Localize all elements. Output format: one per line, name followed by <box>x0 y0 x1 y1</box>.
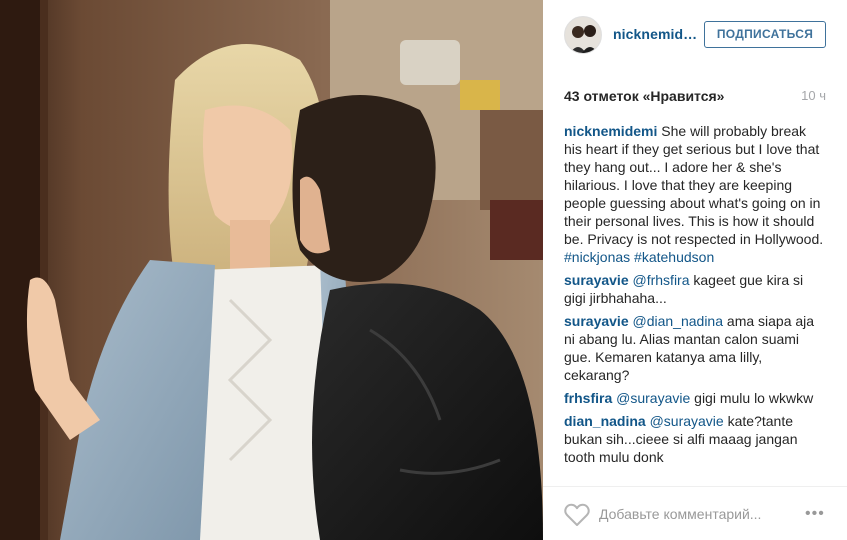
follow-button[interactable]: ПОДПИСАТЬСЯ <box>704 21 826 48</box>
caption-username[interactable]: nicknemidemi <box>564 123 657 139</box>
likes-row: 43 отметок «Нравится» 10 ч <box>564 88 826 106</box>
caption-text: She will probably break his heart if the… <box>564 123 824 247</box>
avatar[interactable] <box>564 16 602 54</box>
comment-mention[interactable]: @surayavie <box>650 413 724 429</box>
avatar-image <box>565 17 601 53</box>
comment-mention[interactable]: @surayavie <box>616 390 690 406</box>
comment-item: dian_nadina @surayavie kate?tante bukan … <box>564 412 826 466</box>
post-sidebar: nicknemid… ПОДПИСАТЬСЯ 43 отметок «Нрави… <box>543 0 847 540</box>
comment-mention[interactable]: @frhsfira <box>633 272 690 288</box>
comment-username[interactable]: frhsfira <box>564 390 612 406</box>
comment-username[interactable]: surayavie <box>564 272 629 288</box>
comment-username[interactable]: dian_nadina <box>564 413 646 429</box>
comment-text: gigi mulu lo wkwkw <box>694 390 814 406</box>
post-photo[interactable] <box>0 0 543 540</box>
comment-mention[interactable]: @dian_nadina <box>633 313 724 329</box>
comment-item: surayavie @dian_nadina ama siapa aja ni … <box>564 312 826 384</box>
post-actions: ••• <box>543 486 847 540</box>
comments-list: nicknemidemi She will probably break his… <box>564 122 826 471</box>
post-image <box>0 0 543 540</box>
post-timestamp[interactable]: 10 ч <box>801 88 826 103</box>
comment-input[interactable] <box>599 504 799 524</box>
username-link[interactable]: nicknemid… <box>613 26 697 42</box>
ellipsis-icon[interactable]: ••• <box>805 505 825 523</box>
comment-item: surayavie @frhsfira kageet gue kira si g… <box>564 271 826 307</box>
comment-username[interactable]: surayavie <box>564 313 629 329</box>
heart-outline-icon[interactable] <box>564 503 590 527</box>
caption: nicknemidemi She will probably break his… <box>564 122 826 266</box>
hashtag-link[interactable]: #nickjonas <box>564 249 630 265</box>
likes-count[interactable]: 43 отметок «Нравится» <box>564 88 724 104</box>
hashtag-link[interactable]: #katehudson <box>634 249 714 265</box>
comment-item: frhsfira @surayavie gigi mulu lo wkwkw <box>564 389 826 407</box>
post-header: nicknemid… ПОДПИСАТЬСЯ <box>543 0 847 70</box>
